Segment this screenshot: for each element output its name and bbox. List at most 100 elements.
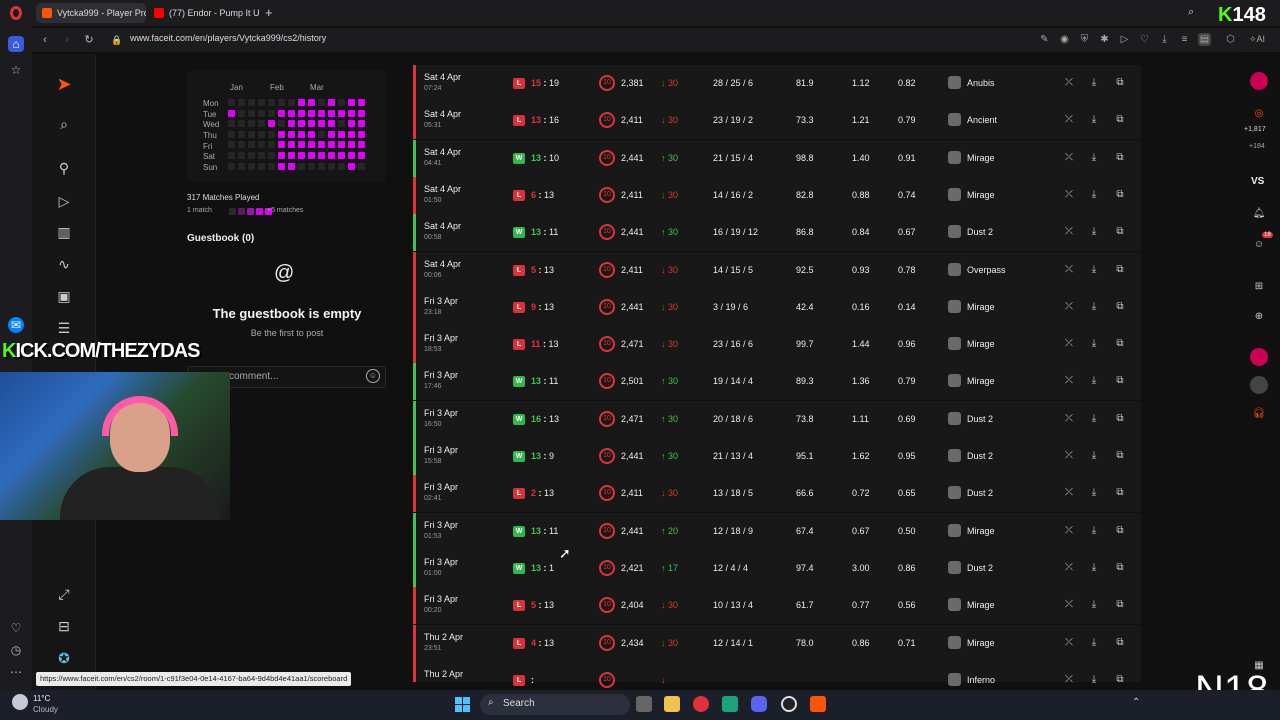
heatmap-cell[interactable] (338, 109, 345, 117)
task-view-icon[interactable] (636, 696, 652, 712)
faceit-points-icon[interactable]: ◎ (1250, 105, 1268, 123)
heatmap-cell[interactable] (328, 99, 335, 106)
reload-icon[interactable]: ↻ (82, 33, 96, 47)
faceit-logo-icon[interactable]: ➤ (54, 74, 74, 94)
url-field[interactable]: www.faceit.com/en/players/Vytcka999/cs2/… (130, 33, 326, 43)
tab-search-icon[interactable]: ⌕ (1188, 6, 1194, 19)
friend-avatar[interactable] (1250, 348, 1268, 366)
support-icon[interactable]: 🎧︎ (1250, 405, 1268, 423)
heatmap-cell[interactable] (308, 109, 315, 117)
download-icon[interactable]: ⤓ (1087, 374, 1101, 388)
open-external-icon[interactable]: ⧉ (1113, 524, 1127, 538)
download-icon[interactable]: ⤓ (1087, 225, 1101, 239)
tab-player-profile[interactable]: Vytcka999 - Player Profile (36, 3, 146, 23)
download-icon[interactable]: ⤓ (1087, 636, 1101, 650)
open-external-icon[interactable]: ⧉ (1113, 449, 1127, 463)
messenger-icon[interactable]: ✉ (8, 317, 24, 333)
table-row[interactable]: Fri 3 Apr 16:50 W 16 : 13 10 2,471 ↑ 30 … (413, 400, 1141, 438)
heatmap-cell[interactable] (278, 130, 285, 138)
heatmap-cell[interactable] (318, 152, 325, 159)
download-icon[interactable]: ⤓ (1087, 76, 1101, 90)
heatmap-cell[interactable] (318, 99, 325, 106)
open-external-icon[interactable]: ⧉ (1113, 188, 1127, 202)
heatmap-cell[interactable] (348, 120, 355, 128)
heatmap-cell[interactable] (238, 152, 245, 159)
heatmap-cell[interactable] (258, 162, 265, 170)
download-icon[interactable]: ⤓ (1087, 412, 1101, 426)
windows-start-icon[interactable] (455, 697, 470, 712)
watch-demo-icon[interactable]: ⤫ (1062, 337, 1076, 351)
watch-demo-icon[interactable]: ⤫ (1062, 524, 1076, 538)
open-external-icon[interactable]: ⧉ (1113, 412, 1127, 426)
heatmap-cell[interactable] (248, 130, 255, 138)
heatmap-cell[interactable] (268, 141, 275, 149)
heatmap-cell[interactable] (288, 152, 295, 159)
heatmap-cell[interactable] (348, 99, 355, 106)
heatmap-cell[interactable] (248, 162, 255, 170)
table-row[interactable]: Thu 2 Apr 23:51 L 4 : 13 10 2,434 ↓ 30 1… (413, 624, 1141, 662)
download-icon[interactable]: ⤓ (1087, 524, 1101, 538)
download-icon[interactable]: ⤓ (1087, 151, 1101, 165)
heatmap-cell[interactable] (328, 120, 335, 128)
table-row[interactable]: Fri 3 Apr 17:46 W 13 : 11 10 2,501 ↑ 30 … (413, 363, 1141, 401)
shield-icon[interactable]: ⛨ (1078, 33, 1091, 46)
table-row[interactable]: Fri 3 Apr 15:58 W 13 : 9 10 2,441 ↑ 30 2… (413, 438, 1141, 475)
heatmap-cell[interactable] (318, 141, 325, 149)
download-icon[interactable]: ⤓ (1087, 561, 1101, 575)
heatmap-cell[interactable] (238, 130, 245, 138)
download-icon[interactable]: ⤓ (1087, 113, 1101, 127)
heatmap-cell[interactable] (228, 152, 235, 159)
tab-youtube[interactable]: (77) Endor - Pump It U (148, 3, 260, 23)
forward-icon[interactable]: › (60, 33, 74, 47)
heatmap-cell[interactable] (258, 130, 265, 138)
table-row[interactable]: Sat 4 Apr 00:06 L 5 : 13 10 2,411 ↓ 30 1… (413, 251, 1141, 289)
heatmap-cell[interactable] (358, 141, 365, 149)
heatmap-cell[interactable] (228, 109, 235, 117)
heatmap-cell[interactable] (248, 109, 255, 117)
heatmap-cell[interactable] (288, 109, 295, 117)
opera-logo-icon[interactable] (10, 6, 22, 20)
heatmap-cell[interactable] (268, 152, 275, 159)
camera-icon[interactable]: ◉ (1058, 33, 1071, 46)
heatmap-cell[interactable] (338, 141, 345, 149)
watch-demo-icon[interactable]: ⤫ (1062, 598, 1076, 612)
wallet-icon[interactable]: ▤ (1198, 33, 1211, 46)
download-icon[interactable]: ⤓ (1158, 33, 1171, 46)
watch-demo-icon[interactable]: ⤫ (1062, 636, 1076, 650)
heatmap-cell[interactable] (288, 120, 295, 128)
download-icon[interactable]: ⤓ (1087, 449, 1101, 463)
heatmap-cell[interactable] (258, 152, 265, 159)
table-row[interactable]: Fri 3 Apr 23:18 L 9 : 13 10 2,441 ↓ 30 3… (413, 288, 1141, 326)
heatmap-cell[interactable] (228, 120, 235, 128)
open-external-icon[interactable]: ⧉ (1113, 151, 1127, 165)
shop-icon[interactable]: ⊟ (54, 616, 74, 636)
table-row[interactable]: Sat 4 Apr 00:58 W 13 : 11 10 2,441 ↑ 30 … (413, 214, 1141, 252)
heatmap-cell[interactable] (318, 162, 325, 170)
heatmap-cell[interactable] (228, 141, 235, 149)
premium-icon[interactable]: ✪ (54, 648, 74, 668)
download-icon[interactable]: ⤓ (1087, 598, 1101, 612)
open-external-icon[interactable]: ⧉ (1113, 300, 1127, 314)
heatmap-cell[interactable] (238, 120, 245, 128)
obs-icon[interactable] (781, 696, 797, 712)
heatmap-cell[interactable] (238, 99, 245, 106)
open-external-icon[interactable]: ⧉ (1113, 561, 1127, 575)
app-icon[interactable] (722, 696, 738, 712)
heatmap-cell[interactable] (298, 152, 305, 159)
watch-demo-icon[interactable]: ⤫ (1062, 225, 1076, 239)
ai-icon[interactable]: ✧AI (1244, 33, 1270, 46)
heatmap-cell[interactable] (248, 152, 255, 159)
heatmap-cell[interactable] (278, 152, 285, 159)
download-icon[interactable]: ⤓ (1087, 337, 1101, 351)
heatmap-cell[interactable] (268, 130, 275, 138)
table-row[interactable]: Thu 2 Apr L : 10 ↓ Inferno ⤫ ⤓ ⧉ (413, 661, 1141, 688)
watch-demo-icon[interactable]: ⤫ (1062, 300, 1076, 314)
heatmap-cell[interactable] (338, 120, 345, 128)
heatmap-cell[interactable] (338, 162, 345, 170)
heatmap-cell[interactable] (308, 99, 315, 106)
back-icon[interactable]: ‹ (38, 33, 52, 47)
heatmap-cell[interactable] (278, 99, 285, 106)
menu-icon[interactable]: ≡ (1178, 33, 1191, 46)
heatmap-cell[interactable] (268, 120, 275, 128)
file-explorer-icon[interactable] (664, 696, 680, 712)
